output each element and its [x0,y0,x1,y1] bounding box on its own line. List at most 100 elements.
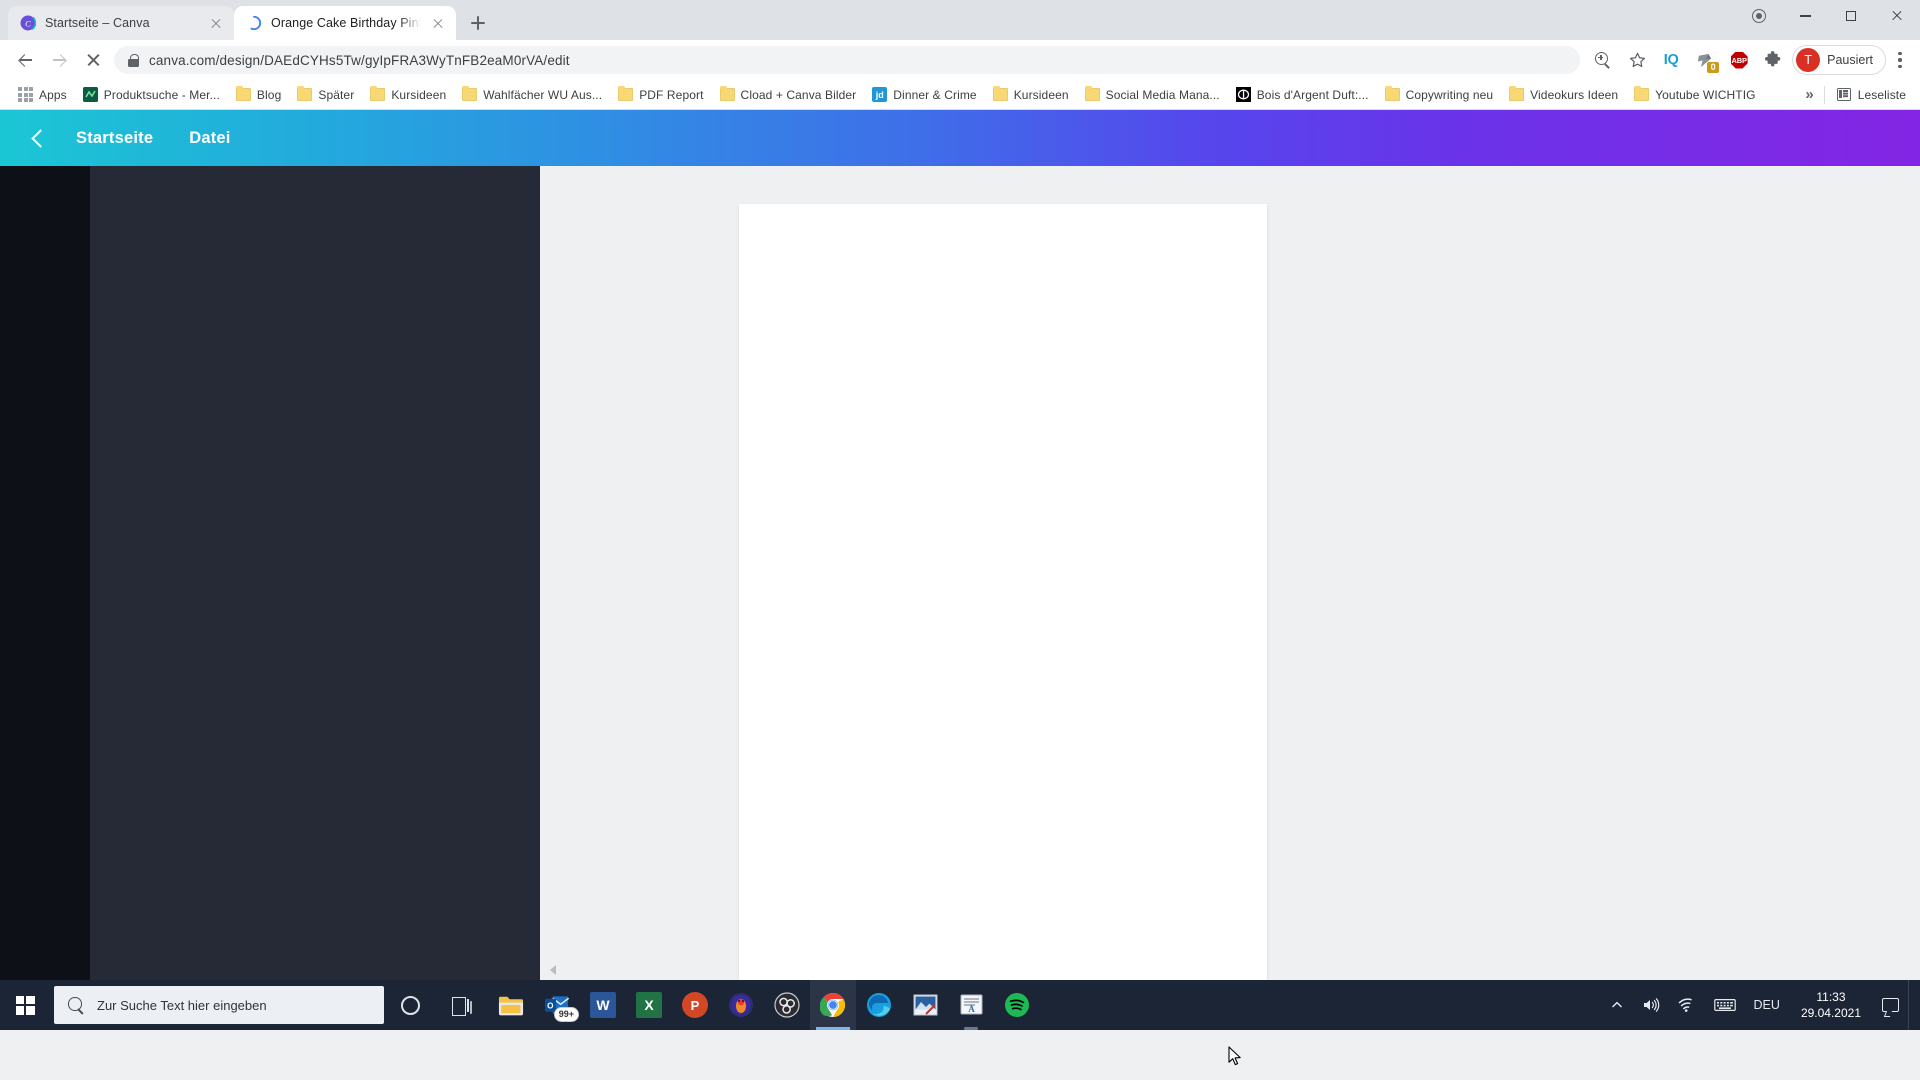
bookmark-dinner-crime[interactable]: jd Dinner & Crime [864,84,984,105]
canva-file-menu[interactable]: Datei [171,129,248,148]
tray-volume-icon[interactable] [1633,980,1669,1030]
extensions-puzzle-icon[interactable] [1756,43,1790,77]
browser-tab-2[interactable]: Orange Cake Birthday Pinterest G [234,6,456,40]
bookmark-social-media-mana[interactable]: Social Media Mana... [1077,85,1228,105]
taskbar-app-photo-editor[interactable] [902,980,948,1030]
taskbar-app-spotify[interactable] [994,980,1040,1030]
taskbar-app-microsoft-edge[interactable] [856,980,902,1030]
folder-icon [370,85,386,101]
taskbar-app-notepad[interactable]: A [948,980,994,1030]
bird-extension-icon[interactable]: 0 [1688,43,1722,77]
spotify-icon [1004,992,1030,1018]
bookmark-apps[interactable]: Apps [10,84,75,105]
taskbar-app-word[interactable]: W [580,980,626,1030]
bookmarks-overflow-icon[interactable]: » [1799,86,1819,103]
bookmark-label: Produktsuche - Mer... [103,87,220,102]
bookmark-label: Dinner & Crime [893,87,977,102]
bookmark-bois-dargent[interactable]: Bois d'Argent Duft:... [1228,84,1377,105]
extension-indicator-icon[interactable] [1736,0,1782,32]
site-favicon [82,87,98,102]
bookmark-spaeter[interactable]: Später [289,85,362,105]
bookmark-cload-canva-bilder[interactable]: Cload + Canva Bilder [712,85,865,105]
zoom-in-icon[interactable] [1586,43,1620,77]
bookmark-label: Kursideen [1013,87,1069,102]
scroll-left-arrow-icon[interactable] [550,965,556,975]
notepad-icon: A [958,992,984,1018]
tab-title: Orange Cake Birthday Pinterest G [271,16,421,30]
taskbar-app-file-explorer[interactable] [488,980,534,1030]
new-tab-button[interactable] [464,9,492,37]
canva-side-panel[interactable] [90,166,540,980]
windows-taskbar: Zur Suche Text hier eingeben O 99+ W X P… [0,980,1920,1030]
window-controls [1736,0,1920,40]
bookmark-produktsuche[interactable]: Produktsuche - Mer... [75,84,228,105]
edge-icon [866,992,892,1018]
action-center-button[interactable] [1873,980,1908,1030]
star-icon[interactable] [1620,43,1654,77]
tray-chevron-up-icon[interactable] [1601,980,1633,1030]
profile-button[interactable]: T Pausiert [1792,45,1886,75]
iq-extension-icon[interactable]: IQ [1654,43,1688,77]
canva-canvas-area[interactable] [540,166,1920,1066]
clock-time: 11:33 [1816,990,1846,1004]
maximize-button[interactable] [1828,0,1874,32]
notification-icon [1882,998,1899,1012]
taskbar-app-obs-studio[interactable] [764,980,810,1030]
cortana-button[interactable] [384,980,436,1030]
taskbar-search-input[interactable]: Zur Suche Text hier eingeben [54,986,384,1024]
loading-spinner-icon [246,15,262,31]
system-tray: DEU 11:33 29.04.2021 [1601,980,1920,1030]
start-button[interactable] [0,980,50,1030]
folder-icon [618,85,634,101]
bookmark-wahlfaecher[interactable]: Wahlfächer WU Aus... [454,85,610,105]
design-page[interactable] [739,204,1267,994]
tray-language-indicator[interactable]: DEU [1745,980,1789,1030]
close-icon[interactable] [430,15,446,31]
tray-keyboard-icon[interactable] [1705,980,1745,1030]
canva-header: Startseite Datei [0,110,1920,166]
taskbar-app-excel[interactable]: X [626,980,672,1030]
taskbar-app-powerpoint[interactable]: P [672,980,718,1030]
chrome-icon [820,992,846,1018]
bookmark-blog[interactable]: Blog [228,85,289,105]
folder-icon [235,85,251,101]
close-window-button[interactable] [1874,0,1920,32]
close-x-icon [86,53,101,68]
folder-icon [297,85,313,101]
chevron-left-icon[interactable] [24,124,52,152]
bookmark-label: Kursideen [391,87,447,102]
tab-strip: C Startseite – Canva Orange Cake Birthda… [0,0,1920,40]
close-icon[interactable] [208,15,224,31]
back-button[interactable] [8,43,42,77]
forward-button[interactable] [42,43,76,77]
extension-badge: 0 [1707,62,1720,73]
bookmark-copywriting-neu[interactable]: Copywriting neu [1377,85,1502,105]
folder-icon [1509,85,1525,101]
address-bar[interactable]: canva.com/design/DAEdCYHs5Tw/gyIpFRA3WyT… [114,46,1581,74]
bookmark-kursideen-1[interactable]: Kursideen [362,85,454,105]
taskbar-clock[interactable]: 11:33 29.04.2021 [1789,980,1873,1030]
browser-tab-1[interactable]: C Startseite – Canva [8,6,234,40]
taskbar-app-google-chrome[interactable] [810,980,856,1030]
kebab-menu-icon[interactable] [1888,48,1912,72]
bookmark-kursideen-2[interactable]: Kursideen [985,85,1077,105]
show-desktop-button[interactable] [1908,980,1916,1030]
word-icon: W [590,992,616,1018]
task-view-button[interactable] [436,980,488,1030]
minimize-button[interactable] [1782,0,1828,32]
taskbar-app-firefox[interactable] [718,980,764,1030]
canva-home-button[interactable]: Startseite [58,129,171,148]
folder-icon [992,85,1008,101]
taskbar-app-outlook[interactable]: O 99+ [534,980,580,1030]
photo-editor-icon [912,992,938,1018]
tray-network-icon[interactable] [1669,980,1705,1030]
canva-tool-rail[interactable] [0,166,90,980]
adblock-plus-icon[interactable]: ABP [1722,43,1756,77]
arrow-left-icon [17,52,34,69]
bookmark-pdf-report[interactable]: PDF Report [610,85,711,105]
stop-loading-button[interactable] [76,43,110,77]
reading-list-button[interactable]: Leseliste [1829,85,1914,105]
bookmark-youtube-wichtig[interactable]: Youtube WICHTIG [1626,85,1763,105]
bookmark-videokurs-ideen[interactable]: Videokurs Ideen [1501,85,1626,105]
svg-text:C: C [25,18,31,28]
